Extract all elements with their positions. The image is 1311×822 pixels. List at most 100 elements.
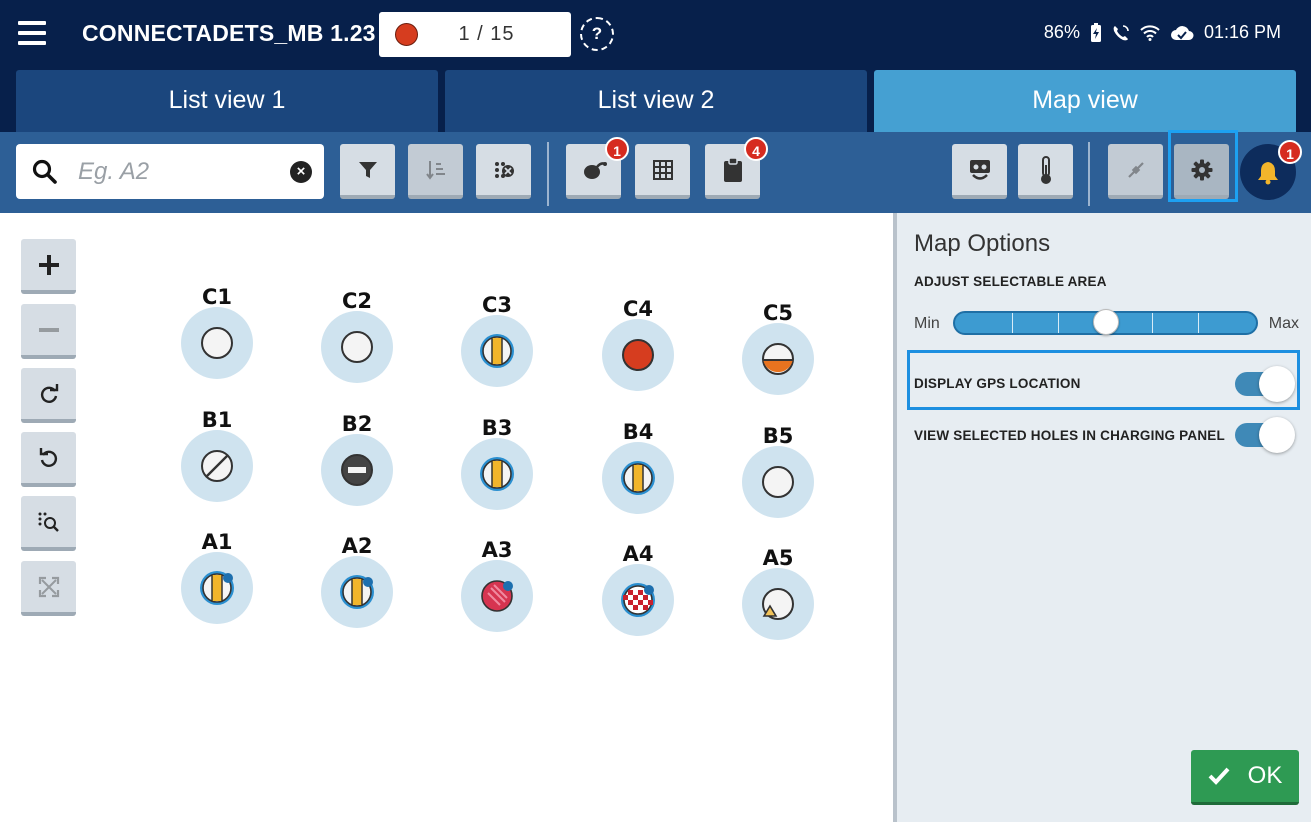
sort-icon — [425, 160, 445, 180]
hole-status-icon — [480, 457, 514, 491]
sort-button[interactable] — [408, 144, 463, 199]
battery-charging-icon — [1090, 22, 1101, 42]
plug-icon — [1127, 161, 1144, 178]
drill-truck-icon — [969, 159, 990, 180]
hole-status-icon — [201, 327, 233, 359]
clock-time: 01:16 PM — [1203, 22, 1281, 42]
zoom-in-button[interactable] — [21, 239, 76, 294]
hole-status-icon — [340, 575, 374, 609]
status-dot-icon — [395, 23, 418, 46]
help-icon[interactable]: ? — [580, 17, 614, 51]
view-selected-holes-toggle[interactable] — [1235, 417, 1295, 453]
search-icon — [32, 159, 57, 184]
app-header: CONNECTADETS_MB 1.23 1 / 15 ? 86% 01:16 … — [0, 0, 1311, 70]
hole-status-icon — [200, 571, 234, 605]
clear-search-icon[interactable]: × — [290, 161, 312, 183]
hole-status-icon — [201, 450, 233, 482]
charge-button[interactable]: 1 — [566, 137, 629, 199]
hole-label: C1 — [201, 285, 233, 309]
minus-icon — [38, 327, 59, 332]
settings-highlight — [1168, 130, 1238, 202]
gps-location-label: DISPLAY GPS LOCATION — [914, 376, 1081, 391]
rotate-clockwise-button[interactable] — [21, 368, 76, 423]
expand-icon — [38, 576, 59, 597]
temperature-button[interactable] — [1018, 144, 1073, 199]
checkmark-icon — [1208, 767, 1230, 785]
grid-button[interactable] — [635, 144, 690, 199]
zoom-to-holes-icon — [38, 512, 59, 532]
slider-min-label: Min — [914, 315, 940, 332]
rotate-right-icon — [40, 383, 58, 403]
thermometer-icon — [1040, 155, 1051, 184]
hole-label: B1 — [201, 408, 233, 432]
ok-label: OK — [1247, 762, 1283, 789]
app-title: CONNECTADETS_MB 1.23 — [82, 20, 376, 46]
hamburger-menu-icon[interactable] — [18, 21, 46, 45]
rotate-counterclockwise-button[interactable] — [21, 432, 76, 487]
hole-label: C5 — [762, 301, 794, 325]
hole-label: B2 — [341, 412, 373, 436]
map-options-panel: Map Options ADJUST SELECTABLE AREA Min M… — [893, 213, 1311, 822]
view-tabs: List view 1 List view 2 Map view — [0, 70, 1311, 132]
filter-button[interactable] — [340, 144, 395, 199]
hole-label: C3 — [481, 293, 513, 317]
hole-label: A3 — [481, 538, 513, 562]
charge-badge: 1 — [605, 137, 629, 161]
fit-to-screen-button[interactable] — [21, 561, 76, 616]
search-input[interactable] — [78, 154, 278, 190]
toolbar: × 1 4 1 — [0, 130, 1311, 213]
tab-list-view-1[interactable]: List view 1 — [16, 70, 438, 132]
toolbar-divider — [547, 142, 549, 206]
clipboard-icon — [723, 156, 742, 182]
hole-label: B5 — [762, 424, 794, 448]
tab-map-view[interactable]: Map view — [874, 70, 1296, 132]
gps-location-toggle[interactable] — [1235, 366, 1295, 402]
cloud-sync-icon — [1170, 25, 1194, 40]
hole-label: A2 — [341, 534, 373, 558]
hole-label: A1 — [201, 530, 233, 554]
filter-icon — [358, 161, 377, 178]
bell-badge: 1 — [1278, 140, 1302, 164]
clipboard-button[interactable]: 4 — [705, 137, 768, 199]
slider-thumb[interactable] — [1093, 309, 1119, 335]
connect-button[interactable] — [1108, 144, 1163, 199]
hole-status-icon — [480, 334, 514, 368]
detonator-icon — [583, 161, 607, 179]
hole-status-icon — [341, 454, 373, 486]
wifi-icon — [1140, 24, 1160, 41]
rotate-left-icon — [39, 447, 57, 467]
hole-counter[interactable]: 1 / 15 — [379, 12, 571, 57]
dot-pattern-icon — [494, 161, 514, 178]
battery-percent: 86% — [1043, 22, 1080, 42]
zoom-selection-button[interactable] — [21, 496, 76, 551]
hole-label: A4 — [622, 542, 654, 566]
ok-button[interactable]: OK — [1191, 750, 1299, 805]
hole-label: B3 — [481, 416, 513, 440]
hole-label: A5 — [762, 546, 794, 570]
hole-label: C4 — [622, 297, 654, 321]
status-bar: 86% 01:16 PM — [1044, 22, 1281, 43]
hole-label: B4 — [622, 420, 654, 444]
bell-icon — [1258, 162, 1278, 185]
hole-status-icon — [341, 331, 373, 363]
grid-icon — [652, 159, 673, 180]
toolbar-divider-2 — [1088, 142, 1090, 206]
hole-status-icon — [622, 339, 654, 371]
hole-label: C2 — [341, 289, 373, 313]
search-box: × — [16, 144, 324, 199]
hole-status-icon — [762, 588, 794, 620]
drill-rig-button[interactable] — [952, 144, 1007, 199]
tab-list-view-2[interactable]: List view 2 — [445, 70, 867, 132]
plus-icon — [38, 254, 59, 275]
panel-title: Map Options — [914, 230, 1051, 257]
slider-max-label: Max — [1268, 315, 1299, 332]
zoom-out-button[interactable] — [21, 304, 76, 359]
pattern-button[interactable] — [476, 144, 531, 199]
adjust-area-label: ADJUST SELECTABLE AREA — [914, 274, 1107, 289]
view-selected-holes-label: VIEW SELECTED HOLES IN CHARGING PANEL — [914, 428, 1225, 443]
hole-status-icon — [621, 461, 655, 495]
hole-status-icon — [762, 343, 794, 375]
hole-status-icon — [621, 583, 655, 617]
hole-status-icon — [762, 466, 794, 498]
notifications-button[interactable]: 1 — [1240, 140, 1302, 200]
